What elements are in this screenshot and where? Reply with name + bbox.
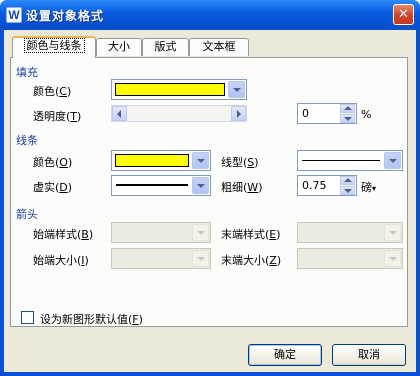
end-size-label: 末端大小(Z) bbox=[221, 254, 282, 267]
tab-label: 大小 bbox=[108, 40, 130, 53]
end-size-select[interactable] bbox=[297, 248, 403, 269]
line-color-select[interactable] bbox=[111, 150, 211, 171]
tab-label: 颜色与线条 bbox=[23, 38, 85, 53]
weight-input[interactable]: 0.75 bbox=[297, 175, 357, 196]
chevron-down-icon[interactable] bbox=[192, 177, 209, 194]
weight-unit: 磅 bbox=[361, 181, 372, 194]
weight-label: 粗细(W) bbox=[221, 181, 263, 194]
chevron-down-icon bbox=[384, 224, 401, 241]
dash-select[interactable] bbox=[111, 175, 211, 196]
begin-size-label: 始端大小(I) bbox=[33, 254, 89, 267]
end-style-label: 末端样式(E) bbox=[221, 228, 281, 241]
line-color-swatch bbox=[115, 154, 189, 167]
section-title-arrows: 箭头 bbox=[16, 208, 38, 221]
cancel-button[interactable]: 取消 bbox=[332, 344, 406, 366]
spin-up-icon[interactable] bbox=[340, 176, 355, 185]
title-bar[interactable]: W 设置对象格式 ✕ bbox=[0, 0, 420, 30]
divider bbox=[43, 71, 403, 72]
begin-style-select[interactable] bbox=[111, 222, 211, 243]
chevron-down-icon[interactable] bbox=[228, 81, 245, 98]
tab-layout[interactable]: 版式 bbox=[142, 38, 189, 56]
begin-size-select[interactable] bbox=[111, 248, 211, 269]
set-default-label[interactable]: 设为新图形默认值(F) bbox=[40, 311, 143, 327]
set-default-checkbox[interactable] bbox=[21, 311, 34, 324]
transparency-input[interactable]: 0 bbox=[297, 103, 357, 124]
tab-label: 文本框 bbox=[202, 40, 236, 53]
transparency-label: 透明度(T) bbox=[33, 110, 82, 123]
dialog-title: 设置对象格式 bbox=[26, 9, 105, 23]
ok-button[interactable]: 确定 bbox=[248, 344, 322, 366]
divider bbox=[43, 139, 403, 140]
tab-size[interactable]: 大小 bbox=[96, 38, 142, 56]
end-style-select[interactable] bbox=[297, 222, 403, 243]
begin-style-label: 始端样式(B) bbox=[33, 228, 94, 241]
chevron-down-icon bbox=[192, 250, 209, 267]
dash-label: 虚实(D) bbox=[33, 181, 73, 194]
section-title-fill: 填充 bbox=[16, 66, 38, 79]
section-title-line: 线条 bbox=[16, 134, 38, 147]
tab-panel: 填充 颜色(C) 透明度(T) 0 % 线条 颜色(O) 线型(S) 虚实(D)… bbox=[10, 57, 408, 327]
caret-down-icon: ▾ bbox=[372, 184, 377, 193]
chevron-right-icon[interactable] bbox=[231, 106, 246, 121]
wps-writer-icon: W bbox=[6, 7, 22, 23]
close-button[interactable]: ✕ bbox=[393, 4, 414, 25]
fill-color-label: 颜色(C) bbox=[33, 85, 72, 98]
line-style-preview bbox=[302, 160, 380, 161]
weight-unit-dropdown[interactable]: 磅▾ bbox=[361, 179, 376, 195]
chevron-left-icon[interactable] bbox=[112, 106, 127, 121]
fill-color-select[interactable] bbox=[111, 79, 247, 100]
dialog-body: 颜色与线条 大小 版式 文本框 填充 颜色(C) 透明度(T) 0 % 线条 颜… bbox=[4, 30, 416, 372]
spin-up-icon[interactable] bbox=[340, 104, 355, 113]
tab-textbox[interactable]: 文本框 bbox=[189, 38, 249, 56]
spin-down-icon[interactable] bbox=[340, 114, 355, 123]
chevron-down-icon bbox=[384, 250, 401, 267]
line-style-label: 线型(S) bbox=[221, 156, 259, 169]
chevron-down-icon[interactable] bbox=[384, 152, 401, 169]
transparency-unit: % bbox=[361, 108, 372, 121]
transparency-slider[interactable] bbox=[111, 105, 247, 122]
dialog-window: W 设置对象格式 ✕ 颜色与线条 大小 版式 文本框 填充 颜色(C) 透明度(… bbox=[0, 0, 420, 376]
divider bbox=[43, 213, 403, 214]
chevron-down-icon[interactable] bbox=[192, 152, 209, 169]
weight-value: 0.75 bbox=[302, 179, 327, 192]
chevron-down-icon bbox=[192, 224, 209, 241]
tab-color-and-lines[interactable]: 颜色与线条 bbox=[12, 36, 96, 58]
transparency-value: 0 bbox=[302, 107, 309, 120]
spin-down-icon[interactable] bbox=[340, 186, 355, 195]
line-style-select[interactable] bbox=[297, 150, 403, 171]
line-color-label: 颜色(O) bbox=[33, 156, 73, 169]
dash-preview bbox=[116, 184, 188, 186]
tab-label: 版式 bbox=[154, 40, 177, 53]
fill-color-swatch bbox=[115, 83, 225, 96]
